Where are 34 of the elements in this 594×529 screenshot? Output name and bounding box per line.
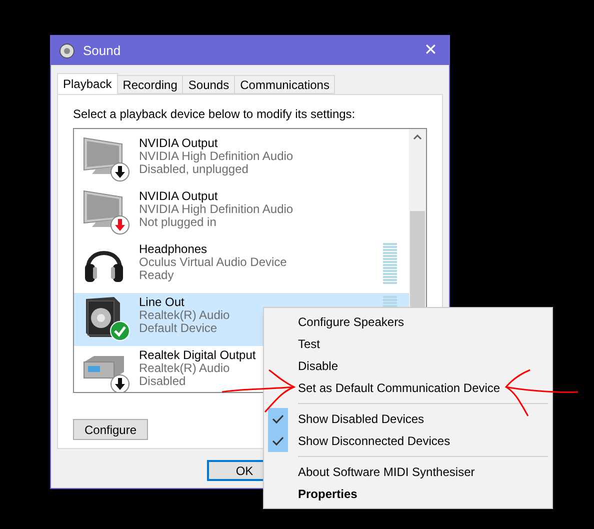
device-driver: Realtek(R) Audio [139, 362, 230, 375]
device-name: NVIDIA Output [139, 137, 218, 150]
menu-item[interactable]: Disable [264, 355, 552, 377]
device-name: NVIDIA Output [139, 190, 218, 203]
tab[interactable]: Recording [118, 75, 184, 94]
device-name: Headphones [139, 243, 208, 256]
device-status: Disabled [139, 375, 186, 388]
device-status: Not plugged in [139, 216, 216, 229]
device-driver: NVIDIA High Definition Audio [139, 150, 294, 163]
window-title: Sound [83, 42, 122, 60]
instruction-text: Select a playback device below to modify its settings: [73, 106, 356, 123]
device-driver: NVIDIA High Definition Audio [139, 203, 294, 216]
device-status: Ready [139, 269, 174, 282]
tab[interactable]: Communications [235, 75, 336, 94]
tab[interactable]: Sounds [183, 75, 236, 94]
speaker-icon [59, 42, 75, 58]
device-driver: Oculus Virtual Audio Device [139, 256, 287, 269]
device-name: Line Out [139, 296, 184, 309]
device-name: Realtek Digital Output [139, 349, 256, 362]
device-item[interactable]: NVIDIA Output NVIDIA High Definition Audio Disabled, unplugged [74, 134, 409, 187]
check-icon [272, 436, 284, 446]
device-driver: Realtek(R) Audio [139, 309, 230, 322]
menu-item[interactable]: Set as Default Communication Device [264, 377, 552, 399]
menu-item[interactable]: Properties [264, 483, 552, 505]
device-status: Disabled, unplugged [139, 163, 248, 176]
device-item[interactable]: NVIDIA Output NVIDIA High Definition Audio Not plugged in [74, 187, 409, 240]
menu-item[interactable]: Show Disconnected Devices [264, 430, 552, 452]
configure-button[interactable]: Configure [73, 419, 148, 440]
close-button[interactable]: ✕ [420, 38, 441, 62]
tab[interactable]: Playback [57, 73, 118, 94]
device-item[interactable]: Headphones Oculus Virtual Audio Device Ready [74, 240, 409, 293]
check-icon [272, 414, 284, 424]
menu-item[interactable]: Show Disabled Devices [264, 408, 552, 430]
device-status: Default Device [139, 322, 218, 335]
